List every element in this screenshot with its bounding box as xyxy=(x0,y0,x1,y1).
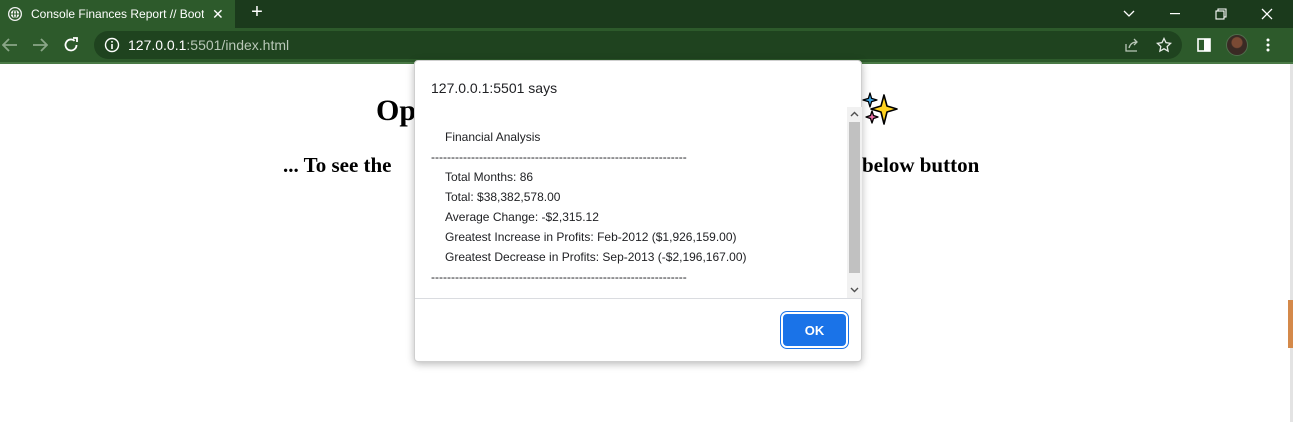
back-arrow-icon[interactable] xyxy=(0,28,24,62)
share-icon[interactable] xyxy=(1124,37,1140,58)
message-title: Financial Analysis xyxy=(445,130,541,144)
tab-close-icon[interactable]: ✕ xyxy=(212,7,224,21)
reload-icon[interactable] xyxy=(57,28,85,62)
url-text: 127.0.0.1:5501/index.html xyxy=(128,37,289,53)
dialog-divider xyxy=(415,298,861,299)
scroll-down-icon[interactable] xyxy=(847,283,862,297)
star-icon[interactable] xyxy=(1155,36,1173,58)
page-edge-marker xyxy=(1288,300,1293,348)
dialog-message: Financial Analysis ---------------------… xyxy=(431,107,849,299)
new-tab-button[interactable]: + xyxy=(246,2,268,24)
restore-icon[interactable] xyxy=(1198,0,1244,28)
globe-icon xyxy=(8,7,22,21)
page-title: Op xyxy=(376,94,417,127)
message-divider-top: ----------------------------------------… xyxy=(431,150,687,164)
page-subtitle-left: ... To see the xyxy=(283,153,392,177)
side-panel-icon[interactable] xyxy=(1190,28,1218,62)
dialog-scrollbar[interactable] xyxy=(847,107,862,299)
message-divider-bottom: ----------------------------------------… xyxy=(431,270,687,284)
message-line: Total Months: 86 xyxy=(445,170,534,184)
url-host: 127.0.0.1 xyxy=(128,37,187,53)
tab-strip: Console Finances Report // Boot ✕ + xyxy=(0,0,1293,28)
close-icon[interactable] xyxy=(1244,0,1290,28)
browser-tab[interactable]: Console Finances Report // Boot ✕ xyxy=(0,0,235,28)
chevron-down-icon[interactable] xyxy=(1106,0,1152,28)
info-icon[interactable] xyxy=(104,37,120,58)
scroll-up-icon[interactable] xyxy=(847,107,862,121)
message-line: Total: $38,382,578.00 xyxy=(445,190,561,204)
minimize-icon[interactable] xyxy=(1152,0,1198,28)
page-subtitle-right: below button xyxy=(862,153,980,177)
browser-toolbar: 127.0.0.1:5501/index.html xyxy=(0,28,1293,62)
avatar[interactable] xyxy=(1226,34,1248,56)
dialog-origin: 127.0.0.1:5501 says xyxy=(431,80,558,96)
alert-dialog: 127.0.0.1:5501 says Financial Analysis -… xyxy=(414,60,862,362)
message-line: Average Change: -$2,315.12 xyxy=(445,210,599,224)
tab-title: Console Finances Report // Boot xyxy=(31,7,204,21)
scroll-thumb[interactable] xyxy=(849,122,860,273)
kebab-menu-icon[interactable] xyxy=(1254,28,1282,62)
message-line: Greatest Decrease in Profits: Sep-2013 (… xyxy=(445,250,747,264)
url-path: :5501/index.html xyxy=(186,37,290,53)
address-bar[interactable]: 127.0.0.1:5501/index.html xyxy=(94,31,1182,59)
sparkles-icon xyxy=(862,92,898,125)
ok-button[interactable]: OK xyxy=(783,314,846,346)
forward-arrow-icon[interactable] xyxy=(26,28,54,62)
message-line: Greatest Increase in Profits: Feb-2012 (… xyxy=(445,230,737,244)
